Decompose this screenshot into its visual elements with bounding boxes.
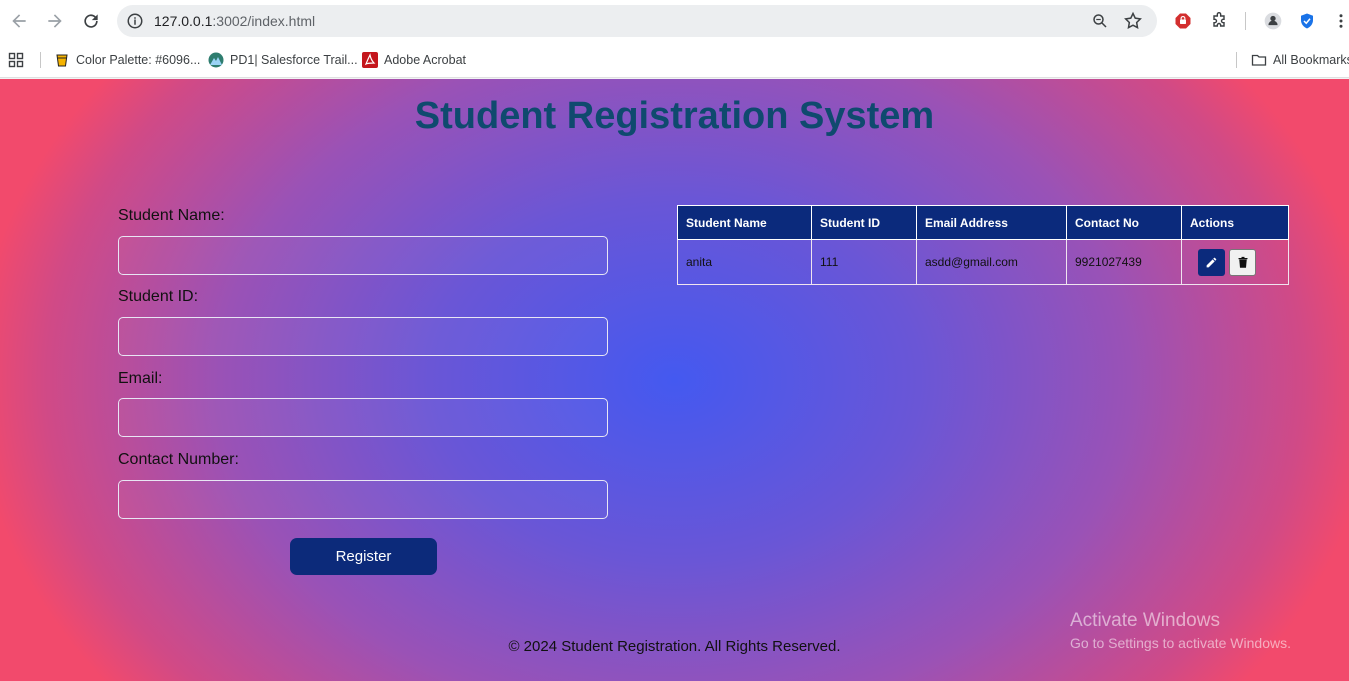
url-text: 127.0.0.1:3002/index.html [154, 13, 315, 29]
forward-arrow-icon[interactable] [43, 9, 67, 33]
activate-windows-subtitle: Go to Settings to activate Windows. [1070, 635, 1291, 651]
header-student-name: Student Name [677, 205, 812, 240]
page-title: Student Registration System [414, 95, 935, 137]
header-student-id: Student ID [811, 205, 917, 240]
acrobat-favicon-icon [362, 52, 378, 68]
browser-toolbar: 127.0.0.1:3002/index.html [0, 0, 1349, 42]
all-bookmarks-button[interactable]: All Bookmarks [1251, 50, 1349, 70]
page-content: Student Registration System Student Name… [0, 79, 1349, 681]
cell-student-name: anita [677, 239, 812, 285]
register-button[interactable]: Register [290, 538, 437, 575]
back-arrow-icon[interactable] [7, 9, 31, 33]
cell-student-id: 111 [811, 239, 917, 285]
header-actions: Actions [1181, 205, 1289, 240]
toolbar-divider [1245, 12, 1246, 30]
contact-number-input[interactable] [118, 480, 608, 519]
trailhead-favicon-icon [208, 52, 224, 68]
bookmarks-bar: Color Palette: #6096... PD1| Salesforce … [0, 42, 1349, 78]
profile-avatar-icon[interactable] [1262, 10, 1284, 32]
zoom-icon[interactable] [1090, 11, 1110, 31]
activate-windows-title: Activate Windows [1070, 610, 1220, 631]
email-input[interactable] [118, 398, 608, 437]
cell-email: asdd@gmail.com [916, 239, 1067, 285]
student-name-input[interactable] [118, 236, 608, 275]
delete-button[interactable] [1229, 248, 1256, 276]
header-contact-no: Contact No [1066, 205, 1182, 240]
bookmark-color-palette[interactable]: Color Palette: #6096... [54, 50, 200, 70]
cell-contact: 9921027439 [1066, 239, 1182, 285]
students-table: Student Name Student ID Email Address Co… [677, 205, 1289, 285]
bookmarks-divider [40, 52, 41, 68]
trash-icon [1238, 256, 1247, 268]
edit-button[interactable] [1198, 248, 1225, 276]
student-id-label: Student ID: [118, 288, 199, 305]
site-info-icon[interactable] [126, 12, 144, 30]
apps-grid-icon[interactable] [8, 50, 24, 70]
extensions-puzzle-icon[interactable] [1208, 10, 1230, 32]
bookmark-adobe-acrobat[interactable]: Adobe Acrobat [362, 50, 466, 70]
bookmark-label: Adobe Acrobat [384, 53, 467, 67]
address-bar[interactable]: 127.0.0.1:3002/index.html [117, 5, 1157, 37]
bookmark-star-icon[interactable] [1123, 11, 1143, 31]
bookmark-label: Color Palette: #6096... [76, 53, 201, 67]
adblock-extension-icon[interactable] [1172, 10, 1194, 32]
bookmark-label: PD1| Salesforce Trail... [230, 53, 358, 67]
url-host: 127.0.0.1 [154, 13, 213, 29]
table-header-row: Student Name Student ID Email Address Co… [677, 205, 1289, 240]
all-bookmarks-label: All Bookmarks [1273, 53, 1349, 67]
shield-extension-icon[interactable] [1296, 10, 1318, 32]
palette-favicon-icon [54, 52, 70, 68]
student-name-label: Student Name: [118, 207, 225, 224]
browser-menu-icon[interactable] [1330, 10, 1349, 32]
email-label: Email: [118, 370, 163, 387]
pencil-icon [1206, 257, 1217, 267]
header-email-address: Email Address [916, 205, 1067, 240]
table-row: anita 111 asdd@gmail.com 9921027439 [677, 239, 1289, 285]
folder-icon [1251, 52, 1267, 68]
bookmark-salesforce-trail[interactable]: PD1| Salesforce Trail... [208, 50, 358, 70]
contact-number-label: Contact Number: [118, 451, 239, 468]
url-path: :3002/index.html [212, 13, 316, 29]
bookmarks-divider [1236, 52, 1237, 68]
cell-actions [1181, 239, 1289, 285]
reload-icon[interactable] [79, 9, 103, 33]
student-id-input[interactable] [118, 317, 608, 356]
